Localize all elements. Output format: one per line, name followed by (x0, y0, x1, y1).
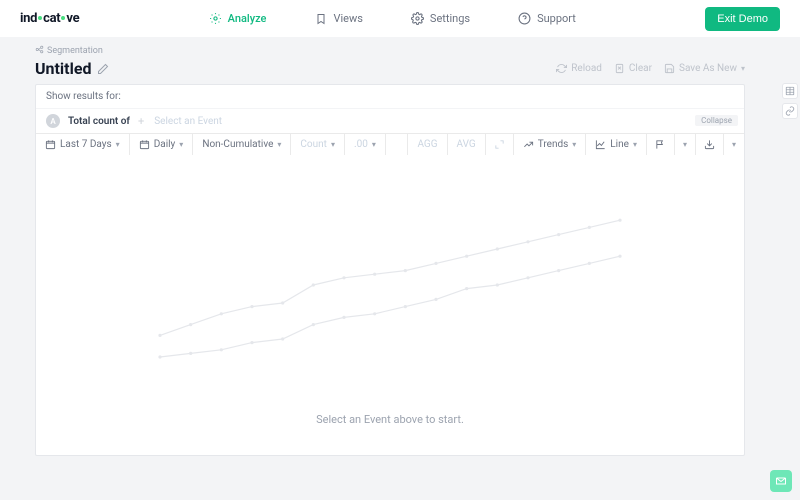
save-as-new-button[interactable]: Save As New ▾ (664, 63, 745, 74)
page-title: Untitled (35, 59, 91, 78)
analyze-icon (209, 12, 222, 25)
action-label: Clear (629, 63, 652, 74)
help-icon (518, 12, 531, 25)
line-chart-icon (595, 139, 606, 150)
nav-views[interactable]: Views (314, 12, 362, 25)
query-metric-label: Total count of (68, 116, 130, 127)
clear-button[interactable]: Clear (614, 63, 652, 74)
logo-text: ve (66, 11, 79, 26)
empty-state-message: Select an Event above to start. (316, 413, 464, 426)
bookmark-icon (314, 12, 327, 25)
nav-analyze[interactable]: Analyze (209, 12, 267, 25)
trends-selector[interactable]: Trends ▾ (514, 134, 587, 155)
logo-dot-icon (61, 16, 65, 20)
nav-label: Settings (430, 12, 470, 25)
query-panel: Show results for: A Total count of + Sel… (35, 84, 745, 456)
chevron-down-icon: ▾ (372, 140, 376, 149)
chart-type-selector[interactable]: Line ▾ (586, 134, 647, 155)
help-fab[interactable] (770, 470, 792, 492)
download-menu[interactable]: ▾ (724, 134, 744, 155)
side-rail (780, 37, 800, 500)
logo-text: cat (43, 11, 60, 26)
ctrl-label: Trends (538, 139, 569, 150)
date-range-selector[interactable]: Last 7 Days ▾ (36, 134, 130, 155)
metric-selector[interactable]: Count ▾ (291, 134, 345, 155)
ctrl-label: Last 7 Days (60, 139, 112, 150)
calendar-icon (45, 139, 56, 150)
granularity-selector[interactable]: Daily ▾ (130, 134, 194, 155)
nav-label: Analyze (228, 12, 267, 25)
chevron-down-icon: ▾ (741, 64, 745, 73)
rail-table-icon[interactable] (782, 83, 798, 99)
collapse-button[interactable]: Collapse (695, 115, 738, 126)
query-row: A Total count of + Select an Event Colla… (36, 109, 744, 133)
plus-icon[interactable]: + (138, 115, 144, 128)
download-button[interactable] (696, 134, 724, 155)
main-nav: Analyze Views Settings Support (79, 12, 705, 25)
chevron-down-icon: ▾ (331, 140, 335, 149)
content-area: Segmentation Untitled Reload Clear (0, 37, 800, 500)
logo-dot-icon (38, 16, 42, 20)
logo-text: ind (20, 11, 37, 26)
action-label: Save As New (679, 63, 737, 74)
chevron-down-icon: ▾ (116, 140, 120, 149)
calendar-icon (139, 139, 150, 150)
ctrl-label: Count (300, 139, 327, 150)
exit-demo-button[interactable]: Exit Demo (705, 7, 780, 31)
chevron-down-icon: ▾ (683, 140, 687, 149)
chevron-down-icon: ▾ (732, 140, 736, 149)
segmentation-icon (35, 45, 44, 57)
chevron-down-icon: ▾ (633, 140, 637, 149)
nav-support[interactable]: Support (518, 12, 576, 25)
nav-label: Views (333, 12, 362, 25)
brand-logo: indcatve (20, 11, 79, 26)
expand-icon[interactable] (486, 134, 514, 155)
nav-settings[interactable]: Settings (411, 12, 470, 25)
agg-toggle[interactable]: AGG (408, 134, 447, 155)
trends-icon (523, 139, 534, 150)
ctrl-label: Daily (154, 139, 176, 150)
pencil-icon[interactable] (97, 63, 109, 75)
rail-link-icon[interactable] (782, 103, 798, 119)
chevron-down-icon: ▾ (277, 140, 281, 149)
chevron-down-icon: ▾ (179, 140, 183, 149)
ctrl-label: .00 (354, 139, 368, 150)
topbar: indcatve Analyze Views Settings Support (0, 0, 800, 37)
reload-button[interactable]: Reload (556, 63, 602, 74)
ctrl-label: Non-Cumulative (202, 139, 273, 150)
query-badge: A (46, 114, 60, 128)
nav-label: Support (537, 12, 576, 25)
cumulative-selector[interactable]: Non-Cumulative ▾ (193, 134, 291, 155)
chart-area: Select an Event above to start. (36, 155, 744, 455)
flag-button[interactable] (647, 134, 675, 155)
action-label: Reload (571, 63, 602, 74)
breadcrumb[interactable]: Segmentation (35, 45, 745, 57)
gear-icon (411, 12, 424, 25)
chevron-down-icon: ▾ (572, 140, 576, 149)
breadcrumb-label: Segmentation (47, 46, 103, 56)
chart-placeholder (36, 165, 744, 405)
ctrl-label: Line (610, 139, 629, 150)
flag-menu[interactable]: ▾ (675, 134, 696, 155)
avg-toggle[interactable]: AVG (448, 134, 486, 155)
show-results-label: Show results for: (36, 85, 744, 109)
decimals-selector[interactable]: .00 ▾ (345, 134, 386, 155)
controls-bar: Last 7 Days ▾ Daily ▾ Non-Cumulative ▾ C… (36, 133, 744, 155)
event-select-placeholder[interactable]: Select an Event (154, 116, 222, 127)
